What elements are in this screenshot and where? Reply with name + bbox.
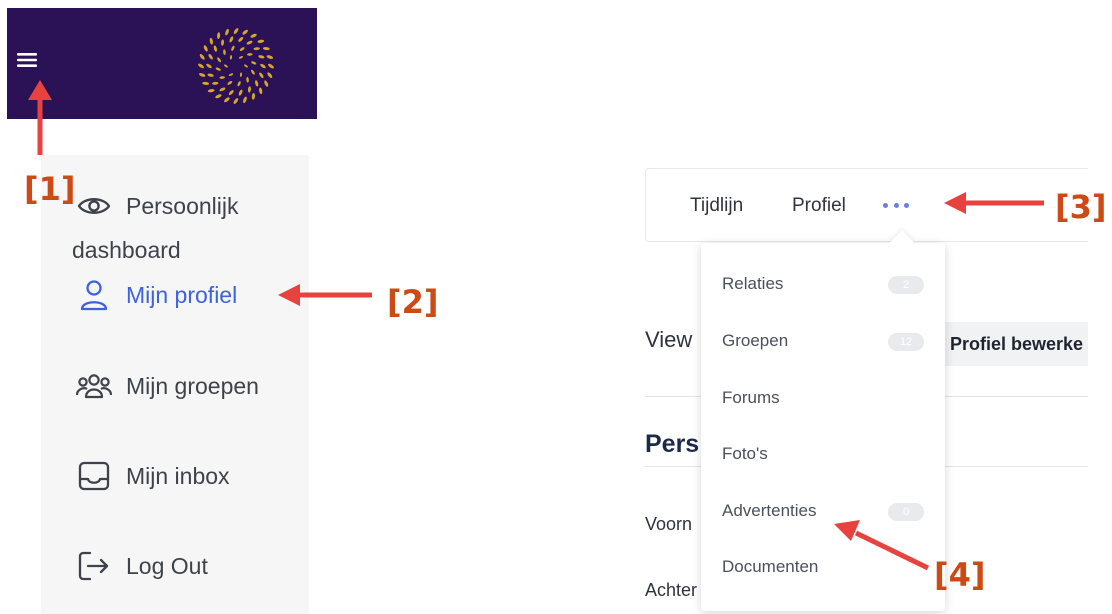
annotation-label-1: [1] [24,170,76,208]
annotation-arrows [28,80,1044,571]
annotation-label-3: [3] [1055,188,1107,226]
annotation-label-2: [2] [387,283,439,321]
annotation-label-4: [4] [934,556,986,594]
